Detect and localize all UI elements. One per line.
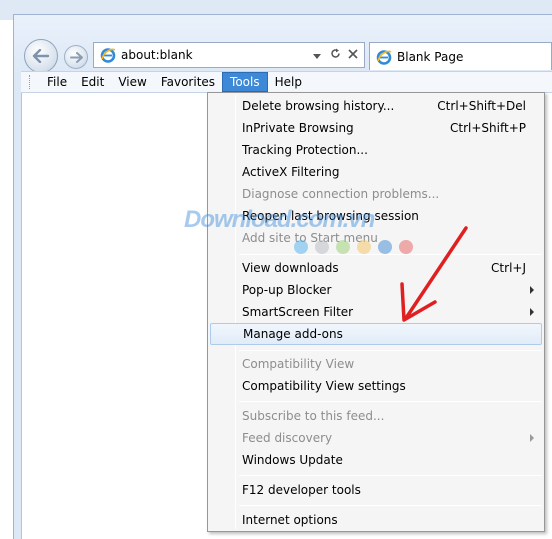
menu-view[interactable]: View xyxy=(111,72,153,92)
back-button[interactable] xyxy=(24,39,58,73)
menuitem-view-downloads[interactable]: View downloads Ctrl+J xyxy=(210,257,542,279)
menuitem-shortcut: Ctrl+Shift+Del xyxy=(437,99,526,113)
menuitem-add-to-start: Add site to Start menu xyxy=(210,227,542,249)
tab-blank-page[interactable]: Blank Page xyxy=(369,42,552,70)
menuitem-label: ActiveX Filtering xyxy=(242,165,340,179)
menu-bar: File Edit View Favorites Tools Help xyxy=(21,71,552,93)
menuitem-label: Tracking Protection... xyxy=(242,143,368,157)
menuitem-activex-filtering[interactable]: ActiveX Filtering xyxy=(210,161,542,183)
menuitem-manage-addons[interactable]: Manage add-ons xyxy=(210,323,542,345)
submenu-arrow-icon xyxy=(530,286,534,294)
menuitem-delete-history[interactable]: Delete browsing history... Ctrl+Shift+De… xyxy=(210,95,542,117)
menuitem-f12-developer-tools[interactable]: F12 developer tools xyxy=(210,479,542,501)
menuitem-label: Windows Update xyxy=(242,453,343,467)
menu-help[interactable]: Help xyxy=(268,72,309,92)
address-bar[interactable]: about:blank xyxy=(93,42,365,68)
back-arrow-icon xyxy=(32,49,50,63)
toolbar-grip[interactable] xyxy=(29,75,32,89)
submenu-arrow-icon xyxy=(530,434,534,442)
menuitem-reopen-session[interactable]: Reopen last browsing session xyxy=(210,205,542,227)
menuitem-inprivate[interactable]: InPrivate Browsing Ctrl+Shift+P xyxy=(210,117,542,139)
menuitem-label: F12 developer tools xyxy=(242,483,361,497)
menuitem-label: InPrivate Browsing xyxy=(242,121,354,135)
menuitem-windows-update[interactable]: Windows Update xyxy=(210,449,542,471)
annotation-arrow-icon xyxy=(400,226,468,322)
menuitem-compatibility-view: Compatibility View xyxy=(210,353,542,375)
menu-separator xyxy=(239,350,542,351)
menuitem-label: Feed discovery xyxy=(242,431,333,445)
menuitem-label: Diagnose connection problems... xyxy=(242,187,440,201)
address-dropdown-icon[interactable] xyxy=(310,48,324,62)
menuitem-compatibility-settings[interactable]: Compatibility View settings xyxy=(210,375,542,397)
menu-tools[interactable]: Tools xyxy=(222,72,268,92)
menuitem-feed-discovery: Feed discovery xyxy=(210,427,542,449)
menu-separator xyxy=(239,505,542,506)
refresh-icon[interactable] xyxy=(328,48,342,62)
menuitem-smartscreen-filter[interactable]: SmartScreen Filter xyxy=(210,301,542,323)
tools-dropdown-menu: Delete browsing history... Ctrl+Shift+De… xyxy=(207,92,545,532)
ie-logo-icon xyxy=(100,47,116,63)
menuitem-popup-blocker[interactable]: Pop-up Blocker xyxy=(210,279,542,301)
menu-favorites[interactable]: Favorites xyxy=(154,72,222,92)
address-input[interactable]: about:blank xyxy=(121,48,310,62)
menuitem-label: Delete browsing history... xyxy=(242,99,395,113)
menuitem-internet-options[interactable]: Internet options xyxy=(210,509,542,531)
stop-icon[interactable] xyxy=(346,48,360,62)
menuitem-diagnose-connection: Diagnose connection problems... xyxy=(210,183,542,205)
menuitem-tracking-protection[interactable]: Tracking Protection... xyxy=(210,139,542,161)
menu-separator xyxy=(239,401,542,402)
forward-arrow-icon xyxy=(69,51,83,63)
menuitem-shortcut: Ctrl+Shift+P xyxy=(450,121,526,135)
tab-title: Blank Page xyxy=(397,49,464,64)
menu-file[interactable]: File xyxy=(40,72,74,92)
forward-button[interactable] xyxy=(64,45,88,69)
menuitem-label: Internet options xyxy=(242,513,338,527)
menu-edit[interactable]: Edit xyxy=(74,72,111,92)
menuitem-subscribe-feed: Subscribe to this feed... xyxy=(210,405,542,427)
ie-logo-icon xyxy=(376,49,392,65)
submenu-arrow-icon xyxy=(530,308,534,316)
menuitem-shortcut: Ctrl+J xyxy=(491,261,526,275)
menuitem-label: Subscribe to this feed... xyxy=(242,409,385,423)
menu-separator xyxy=(239,475,542,476)
menuitem-label: Compatibility View settings xyxy=(242,379,406,393)
menuitem-label: Compatibility View xyxy=(242,357,355,371)
